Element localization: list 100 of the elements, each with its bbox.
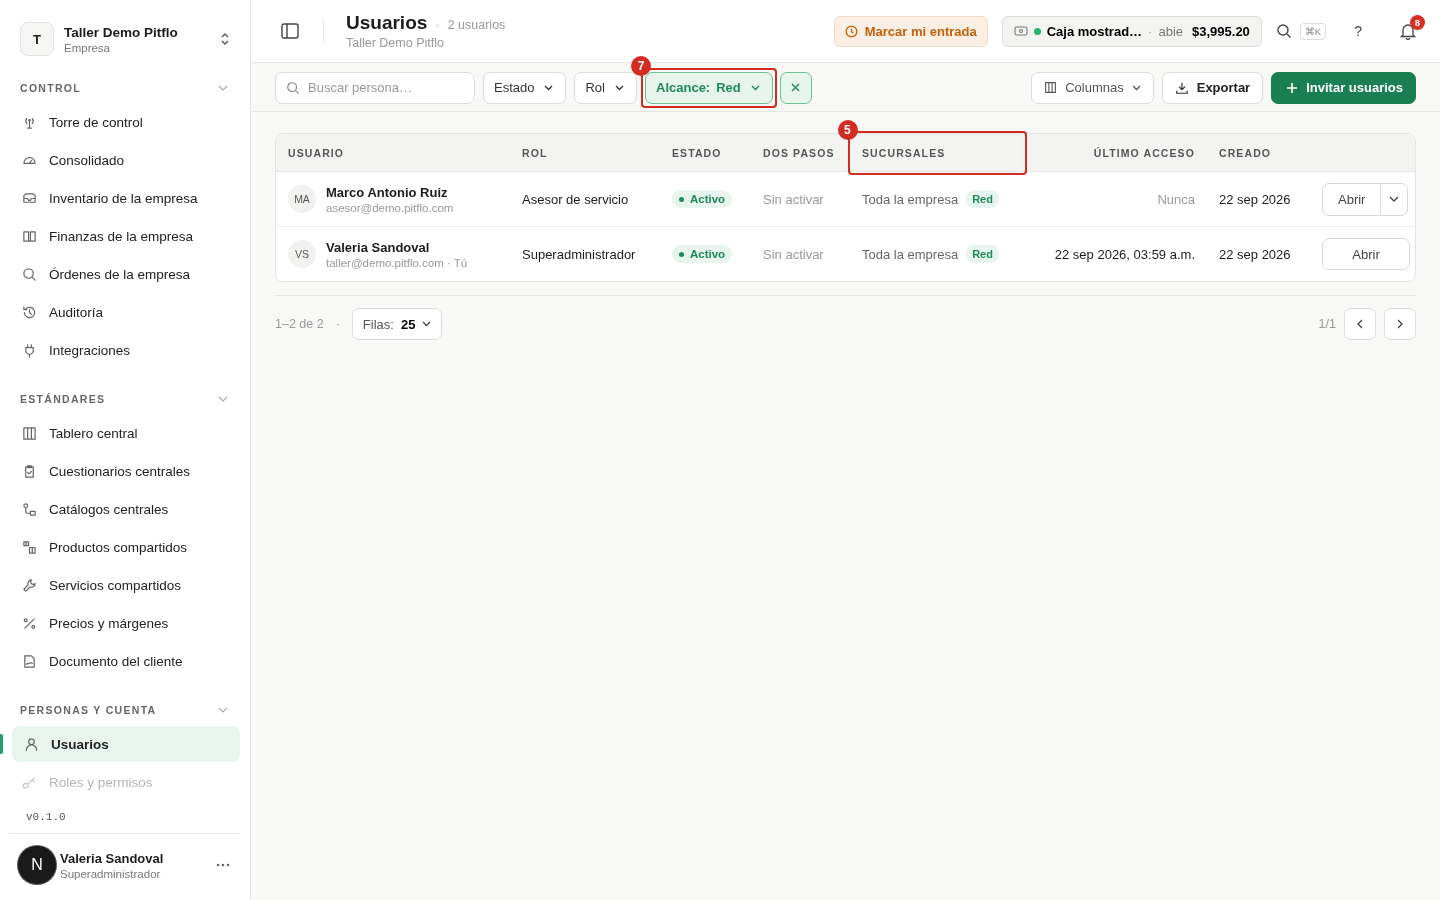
more-icon[interactable] [216, 863, 230, 867]
nav-item[interactable]: Integraciones [10, 332, 240, 368]
nav-item[interactable]: Inventario de la empresa [10, 180, 240, 216]
bell-icon[interactable] [1400, 22, 1416, 40]
section-title: PERSONAS Y CUENTA [20, 704, 157, 716]
key-icon [22, 774, 37, 790]
inbox-icon [22, 190, 37, 206]
invite-button[interactable]: Invitar usuarios [1271, 71, 1416, 104]
nav-item[interactable]: Auditoría [10, 294, 240, 330]
nav-item[interactable]: Consolidado [10, 142, 240, 178]
clock-in-button[interactable]: Marcar mi entrada [833, 15, 988, 47]
scope-tag: Red [966, 245, 999, 263]
rows-per-page-dropdown[interactable]: Filas: 25 [351, 308, 443, 340]
table-cell: Sin activar [763, 191, 824, 207]
search-icon[interactable] [1275, 23, 1292, 39]
user-count: 2 usuarios [447, 18, 506, 32]
export-button[interactable]: Exportar [1161, 71, 1264, 104]
open-split-button[interactable]: Abrir [1322, 182, 1409, 216]
boxes-icon [22, 539, 37, 555]
chevron-left-icon [1357, 319, 1363, 329]
next-page-button[interactable] [1384, 308, 1416, 340]
table-cell: 22 sep 2026 [1219, 246, 1291, 262]
chevron-icon[interactable] [218, 396, 228, 402]
user-name: Valeria Sandoval [60, 850, 165, 866]
shortcut-key: ⌘K [1299, 22, 1327, 40]
user-role: Superadministrador [60, 867, 162, 880]
open-button[interactable]: Abrir [1322, 238, 1410, 270]
nav-item[interactable]: Cuestionarios centrales [10, 453, 240, 489]
switcher-icon[interactable] [220, 32, 230, 46]
selection-indicator [0, 734, 3, 754]
columns-button[interactable]: Columnas [1031, 71, 1154, 104]
workspace-name: Taller Demo Pitflo [64, 24, 179, 40]
status-badge: Activo [672, 190, 733, 209]
plus-icon [1286, 81, 1299, 94]
nav-item[interactable]: Torre de control [10, 104, 240, 140]
book-icon [22, 228, 37, 244]
table-cell: Sin activar [763, 246, 824, 262]
nav-item[interactable]: Finanzas de la empresa [10, 218, 240, 254]
section-title: CONTROL [20, 82, 81, 94]
nav-item[interactable]: Documento del cliente [10, 643, 240, 679]
download-icon [1174, 80, 1189, 95]
clear-filter-button[interactable] [779, 71, 812, 104]
user-icon [24, 736, 39, 752]
caret-icon [750, 84, 760, 91]
search-field[interactable]: Buscar persona… [275, 71, 475, 104]
annotation-badge: 5 [838, 120, 858, 140]
file-icon [22, 653, 37, 669]
user-initials: VS [288, 240, 316, 268]
search-icon [22, 266, 37, 282]
nav-item[interactable]: Tablero central [10, 415, 240, 451]
status-dot-icon [679, 251, 684, 257]
history-icon [22, 304, 37, 320]
range-label: 1–2 de 2 [275, 317, 324, 331]
wrench-icon [22, 577, 37, 593]
chevron-icon[interactable] [218, 85, 228, 91]
sidebar-toggle-icon[interactable] [281, 23, 299, 39]
table-cell: 22 sep 2026, 03:59 a.m. [1054, 246, 1195, 262]
table-cell: Asesor de servicio [522, 191, 629, 207]
column-header: CREADO [1219, 146, 1272, 159]
clock-icon [844, 24, 858, 38]
caret-icon [422, 321, 432, 327]
section-title: ESTÁNDARES [20, 393, 106, 405]
workspace-type: Empresa [64, 41, 112, 54]
table-cell: Toda la empresa [862, 191, 959, 207]
separator-dot: · [1148, 23, 1153, 39]
user-name: Marco Antonio Ruiz [326, 184, 449, 200]
separator-dot: · [335, 317, 340, 331]
register-amount: $3,995.20 [1192, 23, 1250, 39]
table-cell: Toda la empresa [862, 246, 959, 262]
nav-item[interactable]: Servicios compartidos [10, 567, 240, 603]
version-label: v0.1.0 [25, 810, 67, 825]
route-icon [22, 501, 37, 517]
user-name: Valeria Sandoval [326, 239, 431, 255]
table-cell: Nunca [1157, 191, 1195, 207]
table-cell: Superadministrador [522, 246, 636, 262]
nav-item[interactable]: Precios y márgenes [10, 605, 240, 641]
workspace-avatar: T [20, 22, 54, 56]
page-title: Usuarios [346, 12, 428, 34]
nav-item[interactable]: Órdenes de la empresa [10, 256, 240, 292]
previous-page-button[interactable] [1344, 308, 1376, 340]
filter-dropdown[interactable]: Estado [483, 71, 567, 104]
column-header: ROL [522, 146, 548, 159]
nav-item[interactable]: Catálogos centrales [10, 491, 240, 527]
register-status: abie [1158, 23, 1183, 39]
clipboard-icon [22, 463, 37, 479]
filter-dropdown[interactable]: Alcance: Red [645, 71, 773, 104]
status-badge: Activo [672, 245, 733, 264]
filter-dropdown[interactable]: Rol [574, 71, 637, 104]
column-header: USUARIO [288, 146, 345, 159]
column-header: DOS PASOS [763, 146, 835, 159]
percent-icon [22, 615, 37, 631]
plug-icon [22, 342, 37, 358]
page-indicator: 1/1 [1318, 317, 1336, 331]
nav-item[interactable]: Productos compartidos [10, 529, 240, 565]
table-cell: 22 sep 2026 [1219, 191, 1291, 207]
user-email: asesor@demo.pitflo.com [326, 201, 455, 214]
register-button[interactable]: Caja mostrad… · abie $3,995.20 [1001, 15, 1262, 47]
chevron-right-icon [1397, 319, 1403, 329]
chevron-icon[interactable] [218, 707, 228, 713]
help-button[interactable]: ? [1340, 23, 1376, 39]
